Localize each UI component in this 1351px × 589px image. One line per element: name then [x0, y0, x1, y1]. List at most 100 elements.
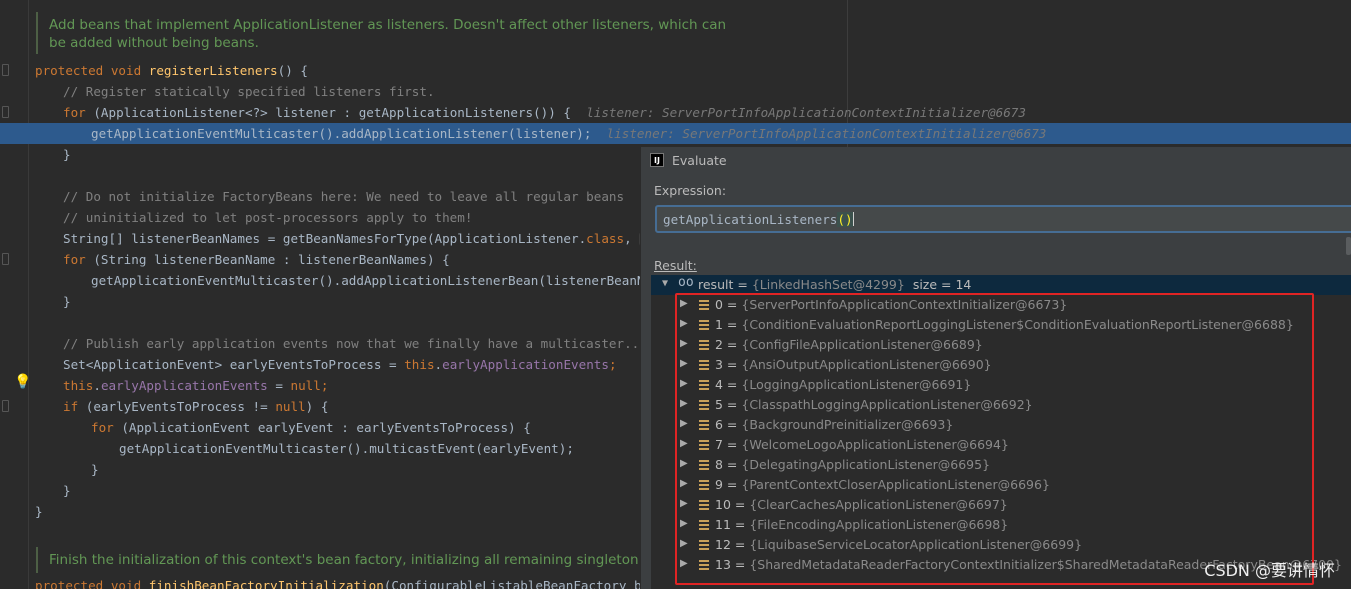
item-index: 5	[715, 397, 723, 412]
chevron-right-icon[interactable]: ▶	[680, 518, 688, 529]
code-token: this	[404, 357, 435, 372]
code-token: }	[63, 483, 71, 498]
code-text: for (ApplicationEvent earlyEvent : early…	[91, 420, 531, 435]
lightbulb-icon[interactable]: 💡	[14, 374, 31, 390]
chevron-right-icon[interactable]: ▶	[680, 298, 688, 309]
result-item-row[interactable]: ▶ 7 = {WelcomeLogoApplicationListener@669…	[651, 435, 1351, 455]
code-text: String[] listenerBeanNames = getBeanName…	[63, 231, 691, 247]
chevron-right-icon[interactable]: ▶	[680, 458, 688, 469]
item-value: {ClasspathLoggingApplicationListener@669…	[741, 397, 1033, 412]
code-token: earlyApplicationEvents	[442, 357, 609, 372]
result-item-row[interactable]: ▶ 10 = {ClearCachesApplicationListener@66…	[651, 495, 1351, 515]
code-token: // Publish early application events now …	[63, 336, 647, 351]
chevron-right-icon[interactable]: ▶	[680, 478, 688, 489]
result-tree[interactable]: ▼ oo result = {LinkedHashSet@4299} size …	[651, 275, 1351, 589]
doc-comment-bar	[36, 12, 38, 54]
chevron-right-icon[interactable]: ▶	[680, 418, 688, 429]
code-token: (ApplicationEvent earlyEvent : earlyEven…	[121, 420, 531, 435]
field-icon	[699, 560, 709, 570]
item-value: {ConditionEvaluationReportLoggingListene…	[741, 317, 1294, 332]
field-icon	[699, 420, 709, 430]
code-token: if	[63, 399, 86, 414]
result-item-row[interactable]: ▶ 5 = {ClasspathLoggingApplicationListene…	[651, 395, 1351, 415]
chevron-right-icon[interactable]: ▶	[680, 338, 688, 349]
code-token: getApplicationEventMulticaster().multica…	[119, 441, 574, 456]
code-token: this	[63, 378, 94, 393]
result-name: result	[698, 277, 734, 292]
code-token: Set<ApplicationEvent> earlyEventsToProce…	[63, 357, 405, 372]
item-value: {ParentContextCloserApplicationListener@…	[741, 477, 1050, 492]
code-text: if (earlyEventsToProcess != null) {	[63, 399, 328, 414]
fold-marker-icon[interactable]	[2, 64, 9, 76]
code-line[interactable]: for (ApplicationListener<?> listener : g…	[0, 102, 1351, 123]
code-token: null	[275, 399, 306, 414]
fold-marker-icon[interactable]	[2, 253, 9, 265]
code-text: getApplicationEventMulticaster().multica…	[119, 441, 574, 456]
inline-debug-hint: listener: ServerPortInfoApplicationConte…	[586, 105, 1026, 120]
result-item-row[interactable]: ▶ 12 = {LiquibaseServiceLocatorApplicatio…	[651, 535, 1351, 555]
dialog-title-bar[interactable]: IJ Evaluate	[641, 147, 1351, 175]
code-token: for	[63, 252, 94, 267]
chevron-down-icon[interactable]: ▼	[662, 278, 668, 289]
chevron-right-icon[interactable]: ▶	[680, 498, 688, 509]
result-item-row[interactable]: ▶ 3 = {AnsiOutputApplicationListener@6690…	[651, 355, 1351, 375]
code-token: for	[91, 420, 122, 435]
text-caret	[852, 212, 854, 226]
code-text: getApplicationEventMulticaster().addAppl…	[91, 126, 1046, 141]
result-item-row[interactable]: ▶ 8 = {DelegatingApplicationListener@6695…	[651, 455, 1351, 475]
chevron-right-icon[interactable]: ▶	[680, 438, 688, 449]
result-value: {LinkedHashSet@4299}	[751, 277, 905, 292]
scrollbar-thumb[interactable]	[1346, 237, 1351, 255]
expression-text: getApplicationListeners	[663, 212, 838, 227]
item-value: {DelegatingApplicationListener@6695}	[741, 457, 991, 472]
item-value: {ServerPortInfoApplicationContextInitial…	[741, 297, 1068, 312]
fold-marker-icon[interactable]	[2, 400, 9, 412]
result-item-row[interactable]: ▶ 6 = {BackgroundPreinitializer@6693}	[651, 415, 1351, 435]
code-token: (earlyEventsToProcess !=	[85, 399, 276, 414]
field-icon	[699, 320, 709, 330]
code-token: .	[93, 378, 101, 393]
field-icon	[699, 400, 709, 410]
code-text: // Register statically specified listene…	[63, 84, 435, 99]
result-root-row[interactable]: ▼ oo result = {LinkedHashSet@4299} size …	[651, 275, 1351, 295]
result-item-row[interactable]: ▶ 11 = {FileEncodingApplicationListener@6…	[651, 515, 1351, 535]
code-token: ) {	[305, 399, 329, 414]
code-token: // Do not initialize FactoryBeans here: …	[63, 189, 625, 204]
code-token: () {	[277, 63, 308, 78]
chevron-right-icon[interactable]: ▶	[680, 318, 688, 329]
chevron-right-icon[interactable]: ▶	[680, 398, 688, 409]
evaluate-dialog: IJ Evaluate Expression: getApplicationLi…	[640, 147, 1351, 589]
code-token: ,	[624, 231, 640, 246]
expression-input[interactable]: getApplicationListeners()	[655, 205, 1351, 233]
code-line[interactable]: protected void registerListeners() {	[0, 60, 1351, 81]
code-token: null	[290, 378, 321, 393]
code-line[interactable]: getApplicationEventMulticaster().addAppl…	[0, 123, 1351, 144]
code-token: // uninitialized to let post-processors …	[63, 210, 473, 225]
result-item-row[interactable]: ▶ 9 = {ParentContextCloserApplicationList…	[651, 475, 1351, 495]
dialog-title: Evaluate	[672, 153, 727, 168]
item-value: {ClearCachesApplicationListener@6697}	[749, 497, 1008, 512]
field-icon	[699, 520, 709, 530]
item-index: 4	[715, 377, 723, 392]
result-item-row[interactable]: ▶ 2 = {ConfigFileApplicationListener@6689…	[651, 335, 1351, 355]
chevron-right-icon[interactable]: ▶	[680, 538, 688, 549]
code-token: .	[434, 357, 443, 372]
chevron-right-icon[interactable]: ▶	[680, 558, 688, 569]
code-text: }	[63, 147, 71, 162]
doc-comment-line-1: Add beans that implement ApplicationList…	[49, 17, 727, 33]
chevron-right-icon[interactable]: ▶	[680, 358, 688, 369]
code-token: ;	[608, 357, 617, 372]
watermark: CSDN @要讲情怀	[1204, 561, 1335, 580]
field-icon	[699, 380, 709, 390]
result-item-row[interactable]: ▶ 4 = {LoggingApplicationListener@6691}	[651, 375, 1351, 395]
fold-marker-icon[interactable]	[2, 106, 9, 118]
result-item-row[interactable]: ▶ 1 = {ConditionEvaluationReportLoggingLi…	[651, 315, 1351, 335]
code-token: for	[63, 105, 94, 120]
code-text: for (ApplicationListener<?> listener : g…	[63, 105, 1026, 120]
chevron-right-icon[interactable]: ▶	[680, 378, 688, 389]
code-line[interactable]: // Register statically specified listene…	[0, 81, 1351, 102]
item-value: {AnsiOutputApplicationListener@6690}	[741, 357, 992, 372]
field-icon	[699, 340, 709, 350]
result-item-row[interactable]: ▶ 0 = {ServerPortInfoApplicationContextIn…	[651, 295, 1351, 315]
item-value: {FileEncodingApplicationListener@6698}	[749, 517, 1009, 532]
